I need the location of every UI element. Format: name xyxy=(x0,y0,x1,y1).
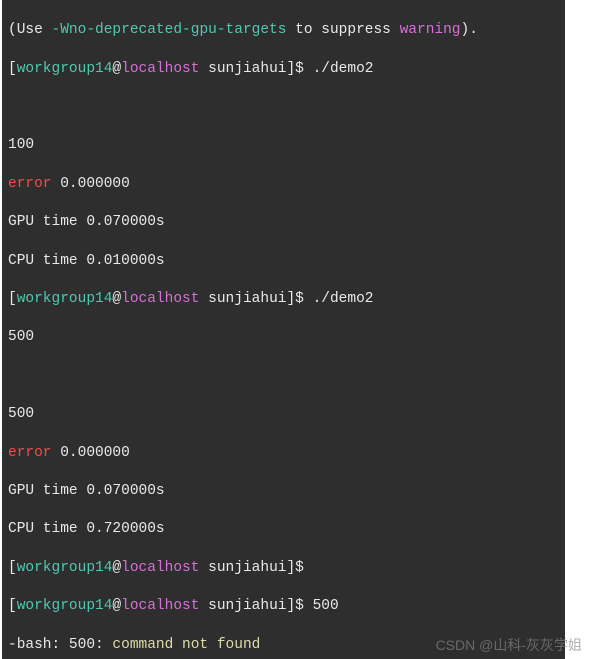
error-line: error 0.000000 xyxy=(8,444,559,463)
command-text: ./demo2 xyxy=(313,291,374,307)
prompt-line: [workgroup14@localhost sunjiahui]$ 500 xyxy=(8,597,559,616)
flag-text: -Wno-deprecated-gpu-targets xyxy=(52,22,287,38)
gpu-time-line: GPU time 0.070000s xyxy=(8,482,559,501)
input-value: 500 xyxy=(8,328,559,347)
warning-word: warning xyxy=(400,22,461,38)
command-text: ./demo2 xyxy=(313,61,374,77)
cpu-time-line: CPU time 0.720000s xyxy=(8,520,559,539)
prompt-line: [workgroup14@localhost sunjiahui]$ xyxy=(8,559,559,578)
gpu-time-line: GPU time 0.070000s xyxy=(8,213,559,232)
blank-line xyxy=(8,367,559,386)
prompt-line: [workgroup14@localhost sunjiahui]$ ./dem… xyxy=(8,290,559,309)
output-value: 500 xyxy=(8,405,559,424)
error-line: error 0.000000 xyxy=(8,175,559,194)
blank-line xyxy=(8,98,559,117)
cpu-time-line: CPU time 0.010000s xyxy=(8,252,559,271)
command-text: 500 xyxy=(313,598,339,614)
output-value: 100 xyxy=(8,136,559,155)
prompt-line: [workgroup14@localhost sunjiahui]$ ./dem… xyxy=(8,60,559,79)
terminal-output: (Use -Wno-deprecated-gpu-targets to supp… xyxy=(0,0,565,659)
warning-line: (Use -Wno-deprecated-gpu-targets to supp… xyxy=(8,21,559,40)
bash-error-line: -bash: 500: command not found xyxy=(8,636,559,655)
